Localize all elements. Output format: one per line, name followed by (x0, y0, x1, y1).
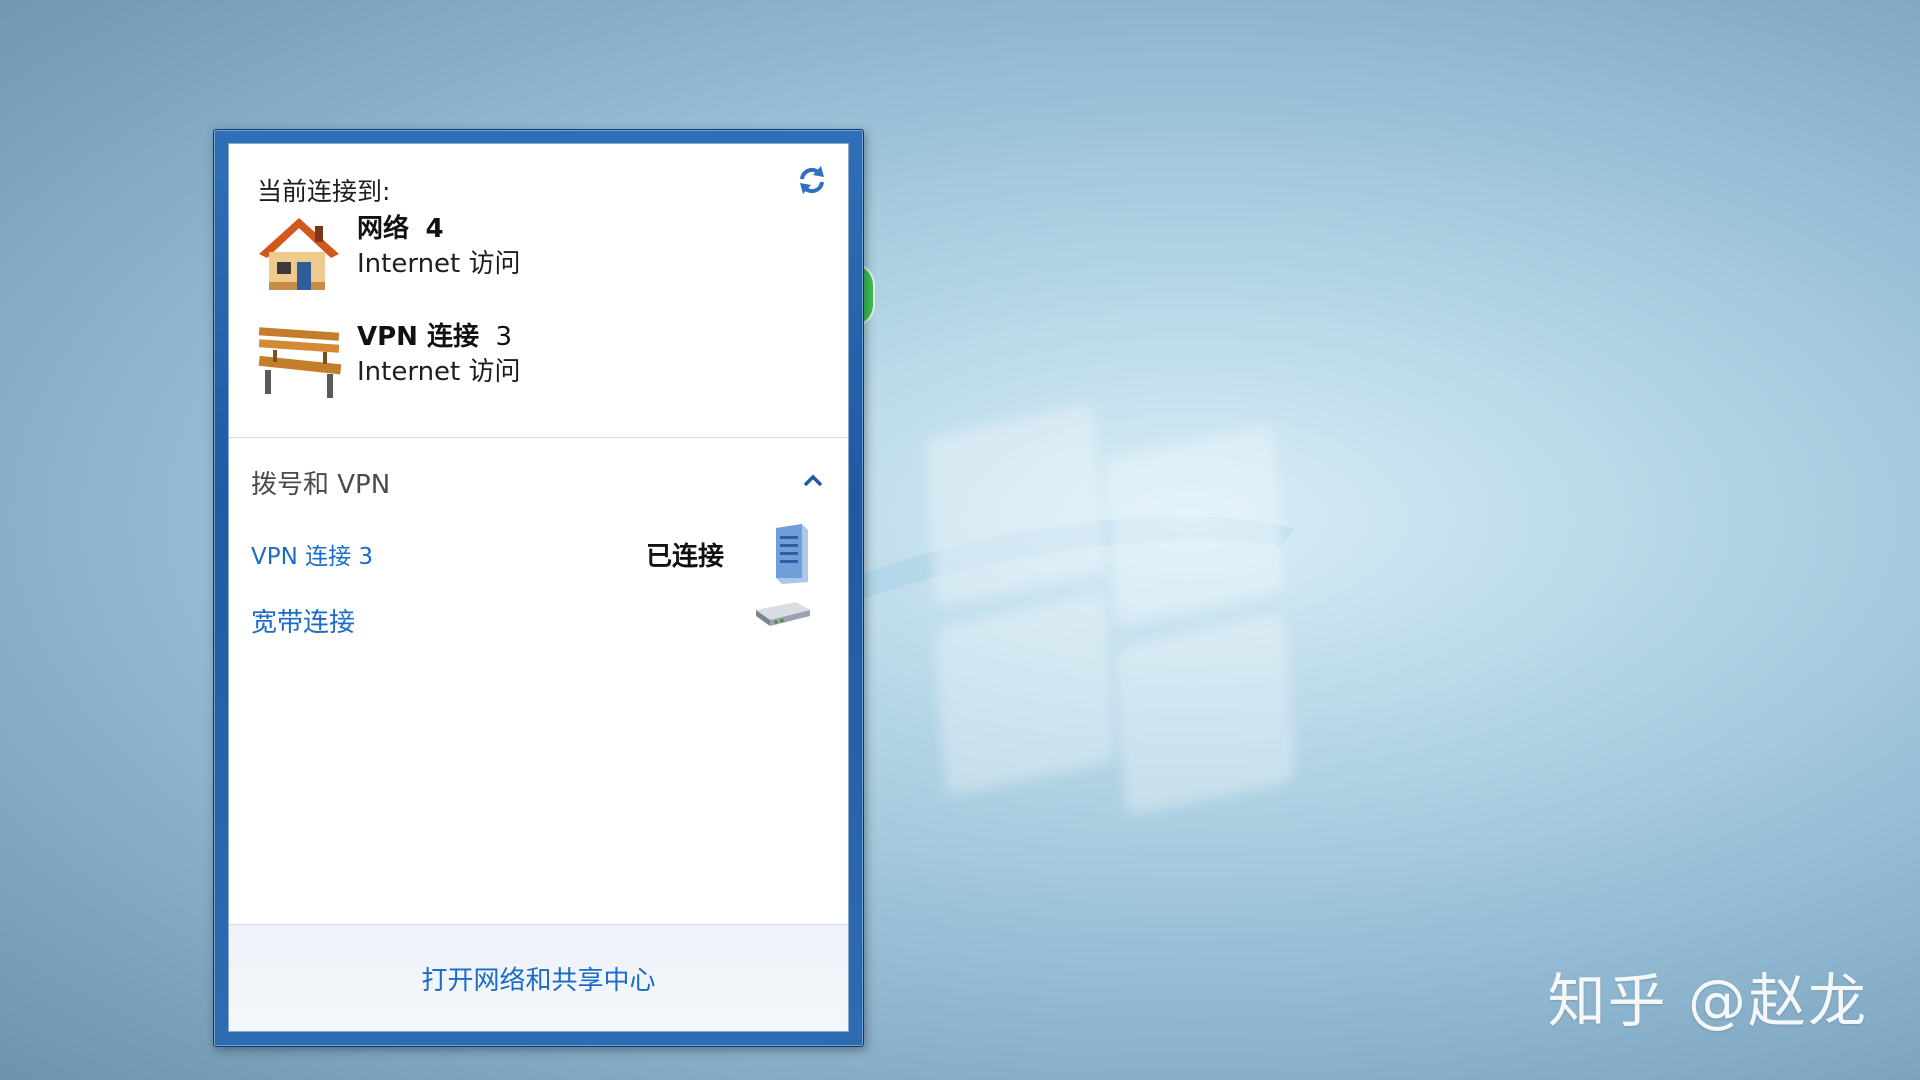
section-divider (229, 437, 848, 438)
refresh-icon[interactable] (794, 162, 830, 198)
dialup-vpn-section-title: 拨号和 VPN (251, 470, 391, 500)
list-item-broadband[interactable]: 宽带连接 (251, 590, 826, 650)
connection-name: VPN 连接 (357, 322, 479, 352)
watermark: 知乎 @赵龙 (1547, 967, 1868, 1035)
flyout-body: 当前连接到: 网络 4 Internet 访问 VPN 连接 3 Interne… (228, 143, 849, 1032)
connection-network[interactable]: 网络 4 Internet 访问 (253, 212, 521, 296)
vpn3-link[interactable]: VPN 连接 3 (251, 537, 373, 571)
home-network-icon (259, 218, 339, 290)
connection-name: 网络 (357, 214, 410, 244)
connection-vpn[interactable]: VPN 连接 3 Internet 访问 (253, 320, 521, 404)
desktop-windows-logo (719, 380, 1361, 840)
chevron-up-icon[interactable] (802, 470, 824, 492)
currently-connected-label: 当前连接到: (257, 177, 391, 206)
flyout-footer: 打开网络和共享中心 (229, 924, 848, 1031)
bench-vpn-icon (258, 327, 342, 398)
network-flyout: 当前连接到: 网络 4 Internet 访问 VPN 连接 3 Interne… (213, 129, 864, 1047)
connection-number: 3 (495, 322, 513, 352)
broadband-link[interactable]: 宽带连接 (251, 602, 355, 639)
connected-status: 已连接 (645, 541, 724, 572)
connection-access: Internet 访问 (357, 357, 521, 387)
list-item-vpn3[interactable]: VPN 连接 3 已连接 (251, 524, 826, 584)
connection-number: 4 (425, 214, 444, 244)
open-network-sharing-center-link[interactable]: 打开网络和共享中心 (421, 960, 655, 997)
modem-icon (756, 602, 810, 626)
connection-access: Internet 访问 (357, 249, 521, 279)
server-icon (776, 524, 808, 584)
